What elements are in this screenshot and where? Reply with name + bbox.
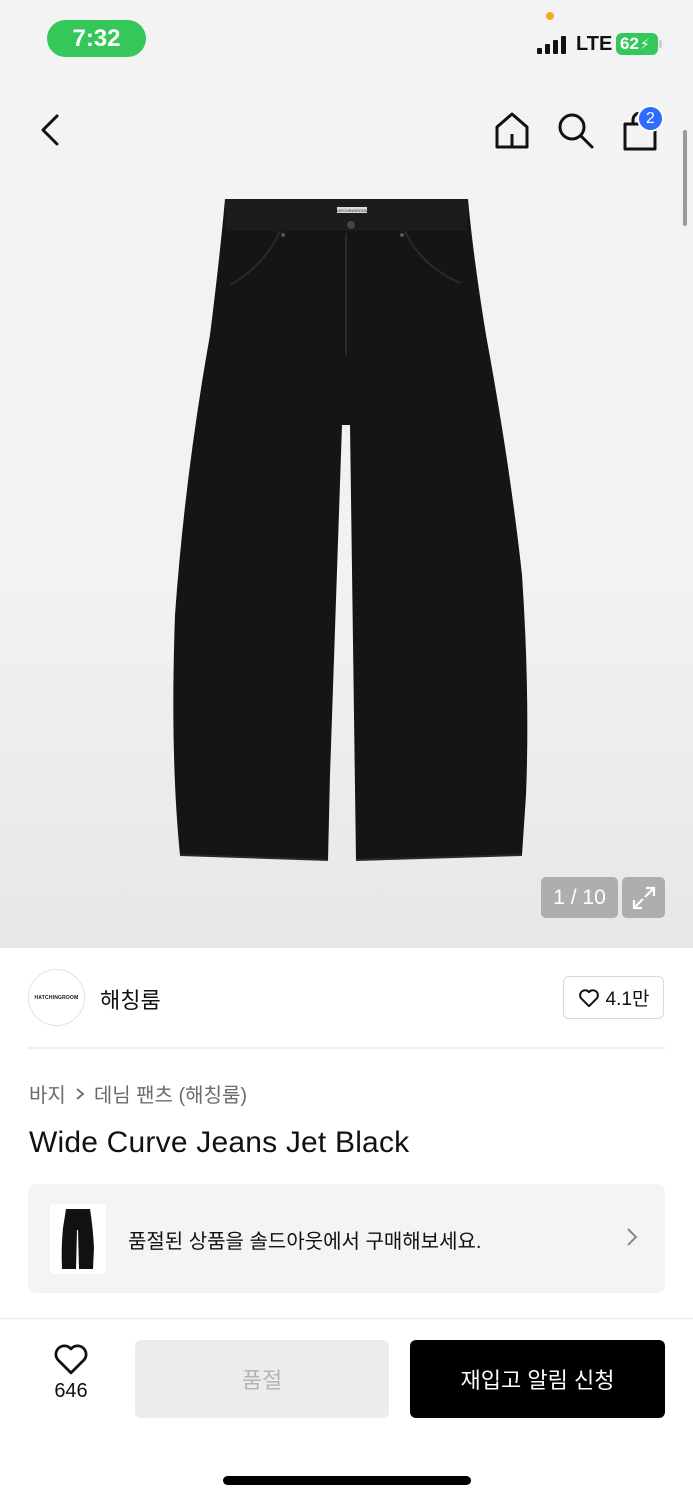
chevron-left-icon (41, 114, 59, 146)
brand-logo[interactable]: HATCHINGROOM (28, 969, 85, 1026)
expand-image-button[interactable] (622, 877, 665, 918)
wishlist-count: 646 (54, 1380, 88, 1402)
cart-count-badge: 2 (637, 105, 664, 132)
breadcrumb: 바지 데님 팬츠 (해칭룸) (29, 1079, 247, 1108)
wishlist-button[interactable]: 646 (40, 1342, 102, 1414)
home-indicator[interactable] (223, 1476, 471, 1485)
battery-level: 62 (620, 34, 639, 53)
soldout-banner-text: 품절된 상품을 솔드아웃에서 구매해보세요. (128, 1231, 482, 1253)
product-title: Wide Curve Jeans Jet Black (29, 1126, 410, 1159)
breadcrumb-subcategory[interactable]: 데님 팬츠 (해칭룸) (94, 1079, 247, 1108)
back-button[interactable] (28, 108, 72, 152)
soldout-banner[interactable]: 품절된 상품을 솔드아웃에서 구매해보세요. (28, 1184, 665, 1293)
brand-name[interactable]: 해칭룸 (100, 983, 161, 1015)
battery-cap (659, 40, 662, 48)
charging-icon: ⚡ (639, 35, 650, 52)
expand-icon (632, 886, 655, 909)
signal-icon (537, 34, 569, 54)
divider (28, 1047, 665, 1049)
search-icon (558, 113, 594, 149)
image-counter: 1 / 10 (541, 877, 618, 918)
chevron-right-icon (76, 1087, 85, 1100)
breadcrumb-category[interactable]: 바지 (29, 1079, 66, 1108)
brand-like-count: 4.1만 (605, 989, 650, 1010)
product-image[interactable]: HATCHINGROOM (170, 195, 535, 865)
heart-outline-icon (578, 988, 599, 1007)
privacy-indicator-dot (546, 12, 554, 20)
brand-like-button[interactable]: 4.1만 (563, 976, 664, 1019)
heart-outline-icon (54, 1344, 88, 1375)
restock-alert-button[interactable]: 재입고 알림 신청 (410, 1340, 665, 1418)
soldout-button[interactable]: 품절 (135, 1340, 389, 1418)
home-button[interactable] (490, 108, 534, 152)
search-button[interactable] (553, 108, 597, 152)
scrollbar[interactable] (683, 130, 687, 226)
battery-icon: 62 ⚡ (616, 33, 658, 55)
status-time: 7:32 (47, 20, 146, 57)
chevron-right-icon (627, 1228, 638, 1246)
home-icon (495, 112, 529, 149)
network-label: LTE (576, 33, 613, 55)
waistband-label-text: HATCHINGROOM (335, 208, 368, 213)
soldout-thumbnail (50, 1204, 106, 1274)
